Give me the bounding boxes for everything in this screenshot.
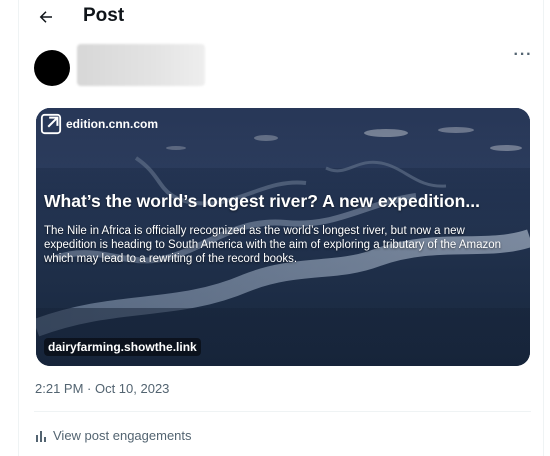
- link-card[interactable]: edition.cnn.com What’s the world’s longe…: [36, 108, 530, 366]
- header: Post: [19, 0, 543, 34]
- avatar[interactable]: [34, 50, 70, 86]
- card-description: The Nile in Africa is officially recogni…: [44, 225, 502, 265]
- author-row: ···: [19, 40, 543, 92]
- card-domain: edition.cnn.com: [66, 117, 159, 131]
- author-name-redacted[interactable]: [77, 44, 205, 86]
- card-domain-row: edition.cnn.com: [40, 113, 158, 135]
- arrow-left-icon: [39, 11, 52, 23]
- divider: [34, 411, 531, 412]
- post-detail-view: Post ··· edition.cnn.com What’s the worl…: [18, 0, 544, 456]
- card-headline: What’s the world’s longest river? A new …: [44, 191, 480, 211]
- post-timestamp[interactable]: 2:21 PM · Oct 10, 2023: [35, 381, 169, 396]
- engagements-label: View post engagements: [53, 428, 192, 443]
- card-link[interactable]: dairyfarming.showthe.link: [44, 338, 201, 356]
- back-button[interactable]: [35, 6, 57, 28]
- external-link-icon: [40, 113, 62, 135]
- more-button[interactable]: ···: [511, 47, 535, 66]
- more-icon: ···: [513, 46, 533, 63]
- view-engagements-link[interactable]: View post engagements: [35, 428, 192, 443]
- page-title: Post: [83, 5, 125, 26]
- analytics-icon: [36, 430, 46, 442]
